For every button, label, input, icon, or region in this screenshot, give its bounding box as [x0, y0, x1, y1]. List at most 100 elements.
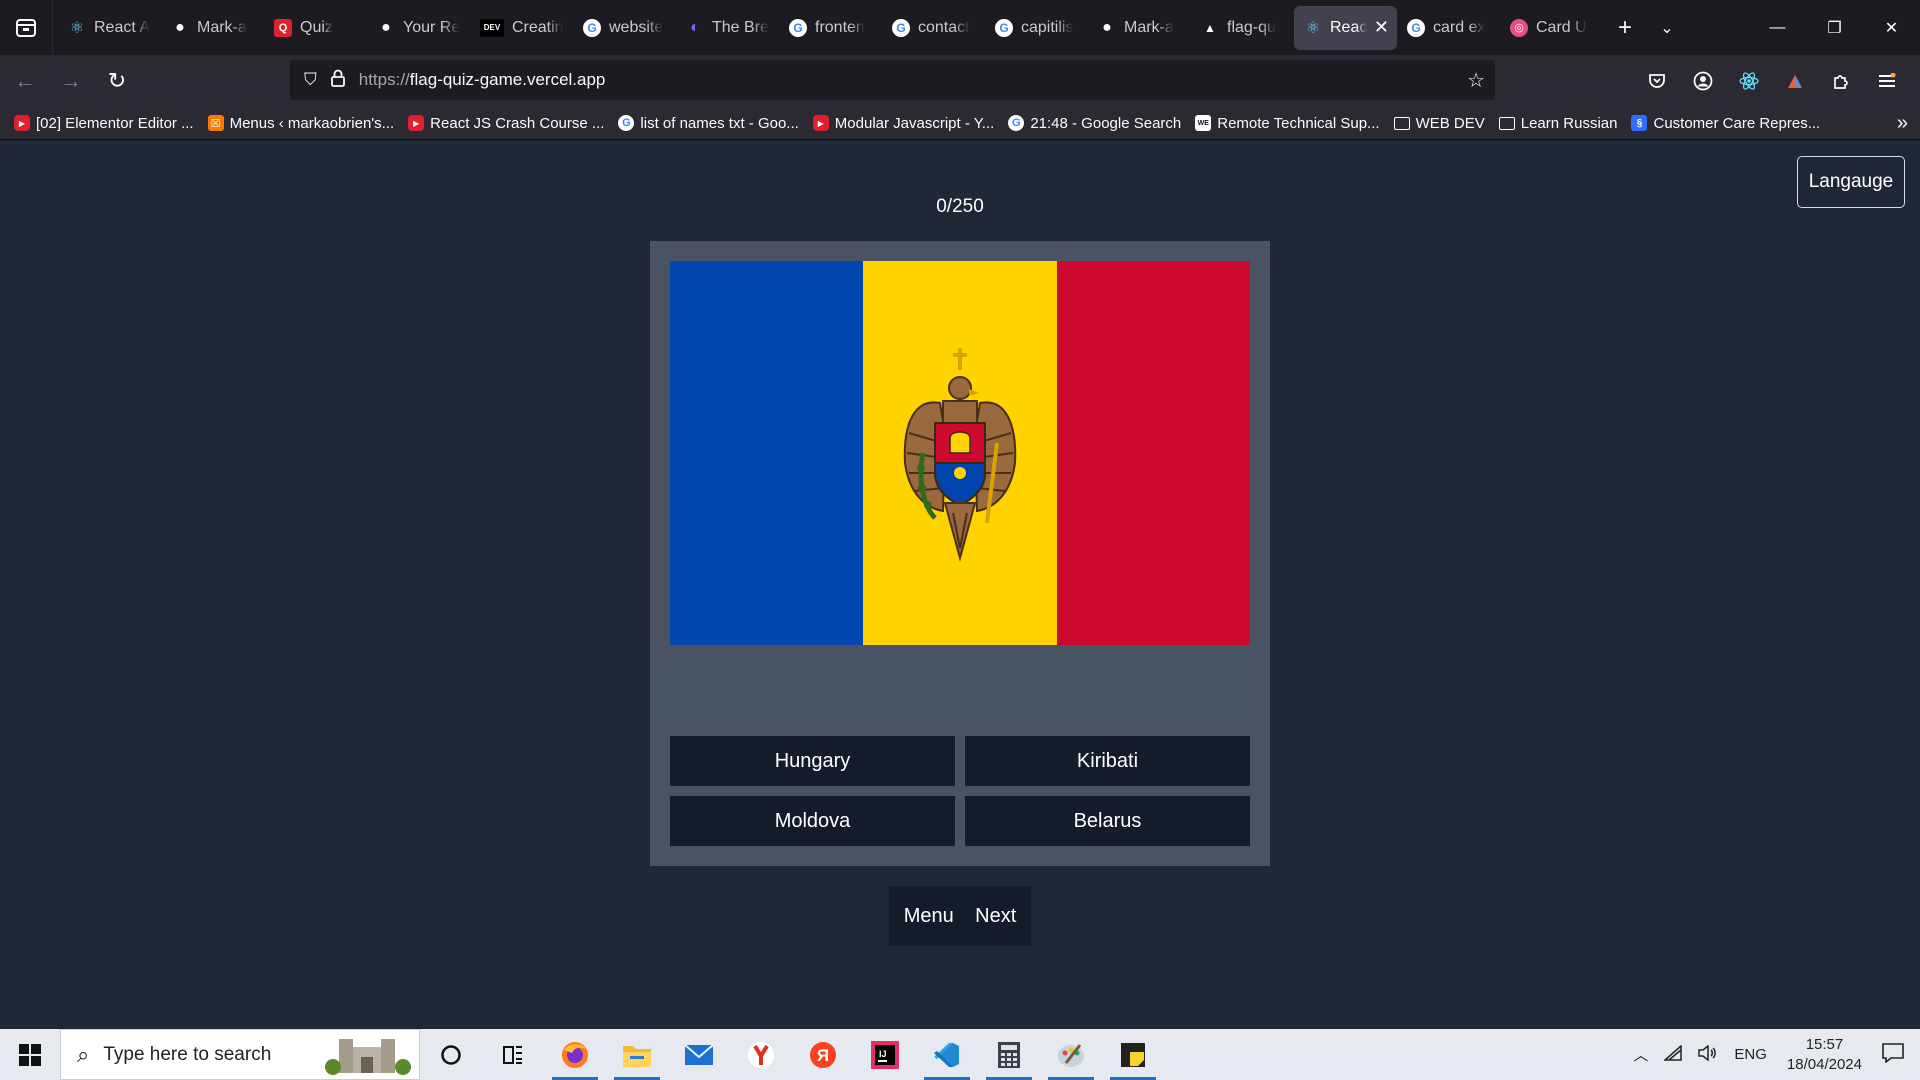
bookmark-item[interactable]: Learn Russian [1498, 114, 1618, 132]
notifications-icon[interactable] [1882, 1042, 1904, 1067]
browser-tab[interactable]: ◐ The Bre [676, 6, 779, 50]
react-icon: ⚛ [69, 19, 85, 37]
bookmark-item[interactable]: ☒ Menus ‹ markaobrien's... [207, 115, 394, 132]
arrow-right-icon: → [60, 68, 82, 93]
tab-title: The Bre [712, 18, 769, 36]
dribbble-icon: ◎ [1510, 18, 1528, 37]
bookmark-star-icon[interactable]: ☆ [1467, 68, 1485, 93]
browser-tab[interactable]: ● Your Re [367, 6, 470, 50]
browser-tab[interactable]: ● Mark-a [1088, 6, 1191, 50]
browser-tab[interactable]: ⚛ React A [58, 6, 161, 50]
browser-tab[interactable]: Gcard ex [1397, 6, 1500, 50]
taskbar-firefox[interactable] [544, 1029, 606, 1080]
account-icon[interactable] [1680, 61, 1726, 101]
taskbar-search-box[interactable]: ⌕ Type here to search [60, 1029, 420, 1080]
answer-button-moldova[interactable]: Moldova [670, 796, 955, 846]
tab-title: Your Re [403, 18, 460, 36]
task-view-button[interactable] [482, 1029, 544, 1080]
taskbar-mail[interactable] [668, 1029, 730, 1080]
browser-tab[interactable]: ◎ Card U [1500, 6, 1603, 50]
system-tray: ︿ ENG 15:57 18/04/2024 [1625, 1029, 1920, 1080]
answer-button-belarus[interactable]: Belarus [965, 796, 1250, 846]
start-button[interactable] [0, 1029, 60, 1080]
bookmark-item[interactable]: WEB DEV [1393, 114, 1485, 132]
bookmarks-toolbar: ▶ [02] Elementor Editor ... ☒ Menus ‹ marka… [0, 107, 1920, 140]
menu-button[interactable]: Menu [904, 905, 954, 928]
minimize-button[interactable]: — [1749, 0, 1806, 55]
flag-stripe-red [1056, 261, 1250, 645]
bookmark-item[interactable]: WE Remote Technical Sup... [1195, 114, 1380, 132]
lock-icon[interactable] [330, 69, 345, 92]
chevron-up-icon[interactable]: ︿ [1633, 1044, 1648, 1065]
svg-text:Я: Я [817, 1046, 829, 1065]
bookmarks-list: ▶ [02] Elementor Editor ... ☒ Menus ‹ marka… [14, 115, 1834, 132]
browser-tab[interactable]: DEV Creatin [470, 6, 573, 50]
yandex-browser-icon [748, 1041, 774, 1068]
taskbar-sticky-notes[interactable] [1102, 1029, 1164, 1080]
taskbar-yandex-browser[interactable] [730, 1029, 792, 1080]
new-tab-button[interactable]: + [1603, 6, 1647, 50]
browser-tab[interactable]: Gcapitilis [985, 6, 1088, 50]
taskbar-file-explorer[interactable] [606, 1029, 668, 1080]
browser-tab[interactable]: ● Mark-a [161, 6, 264, 50]
browser-tab[interactable]: ⚛ Reac ✕ [1294, 5, 1397, 50]
youtube-icon: ▶ [812, 115, 829, 131]
navigation-toolbar: ← → ↻ ⛉ https://flag-quiz-game.vercel.ap… [0, 55, 1920, 107]
arrow-left-icon: ← [14, 68, 36, 93]
close-tab-icon[interactable]: ✕ [1374, 17, 1389, 38]
extensions-puzzle-icon[interactable] [1818, 61, 1864, 101]
bookmark-item[interactable]: ▶ React JS Crash Course ... [408, 115, 604, 132]
forward-button[interactable]: → [50, 63, 92, 99]
taskbar-vscode[interactable] [916, 1029, 978, 1080]
volume-icon[interactable] [1698, 1043, 1718, 1065]
back-button[interactable]: ← [4, 63, 46, 99]
taskbar-clock[interactable]: 15:57 18/04/2024 [1787, 1035, 1862, 1075]
taskbar-intellij[interactable]: IJ [854, 1029, 916, 1080]
browser-tab[interactable]: Gcontact [882, 6, 985, 50]
close-window-button[interactable]: ✕ [1863, 0, 1920, 55]
next-button[interactable]: Next [975, 905, 1016, 928]
browser-tab[interactable]: ▲ flag-qu [1191, 6, 1294, 50]
list-all-tabs-button[interactable]: ⌄ [1647, 6, 1687, 50]
bookmark-label: Remote Technical Sup... [1217, 114, 1380, 132]
bookmark-label: Learn Russian [1520, 114, 1618, 132]
bookmark-item[interactable]: § Customer Care Repres... [1631, 115, 1820, 132]
tab-title: Reac [1330, 18, 1368, 36]
extension-icon[interactable] [1772, 61, 1818, 101]
bookmark-item[interactable]: ▶ Modular Javascript - Y... [812, 115, 994, 132]
firefox-icon [562, 1041, 588, 1068]
address-bar[interactable]: ⛉ https://flag-quiz-game.vercel.app ☆ [290, 60, 1495, 100]
shield-icon[interactable]: ⛉ [304, 70, 317, 90]
reload-button[interactable]: ↻ [96, 63, 138, 99]
tab-title: card ex [1433, 18, 1486, 36]
taskbar-paint[interactable] [1040, 1029, 1102, 1080]
input-language-indicator[interactable]: ENG [1734, 1046, 1767, 1063]
calculator-icon [998, 1041, 1020, 1068]
browser-tab[interactable]: Gfronten [779, 6, 882, 50]
firefox-view-button[interactable] [0, 0, 53, 55]
react-devtools-icon[interactable] [1726, 61, 1772, 101]
browser-tab[interactable]: Gwebsite [573, 6, 676, 50]
site-icon: § [1631, 115, 1648, 131]
app-menu-icon[interactable] [1864, 61, 1910, 101]
taskbar-yandex[interactable]: Я [792, 1029, 854, 1080]
restore-icon: ❐ [1827, 19, 1842, 37]
restore-button[interactable]: ❐ [1806, 0, 1863, 55]
bookmark-item[interactable]: G 21:48 - Google Search [1008, 115, 1181, 132]
bookmark-item[interactable]: Glist of names txt - Goo... [618, 115, 799, 132]
tab-title: capitilis [1021, 18, 1074, 36]
tab-title: Mark-a [197, 18, 247, 36]
taskbar-calculator[interactable] [978, 1029, 1040, 1080]
close-icon: ✕ [1884, 19, 1899, 37]
vercel-icon: ▲ [1204, 20, 1216, 35]
network-icon[interactable] [1663, 1043, 1683, 1065]
windows-taskbar: ⌕ Type here to search Я IJ ︿ ENG 15:57 1… [0, 1029, 1920, 1080]
bookmark-label: WEB DEV [1415, 114, 1485, 132]
answer-button-kiribati[interactable]: Kiribati [965, 736, 1250, 786]
pocket-icon[interactable] [1634, 61, 1680, 101]
chevron-double-right-icon[interactable]: » [1897, 112, 1908, 135]
cortana-button[interactable] [420, 1029, 482, 1080]
answer-button-hungary[interactable]: Hungary [670, 736, 955, 786]
browser-tab[interactable]: Q Quiz [264, 6, 367, 50]
bookmark-item[interactable]: ▶ [02] Elementor Editor ... [14, 115, 194, 132]
